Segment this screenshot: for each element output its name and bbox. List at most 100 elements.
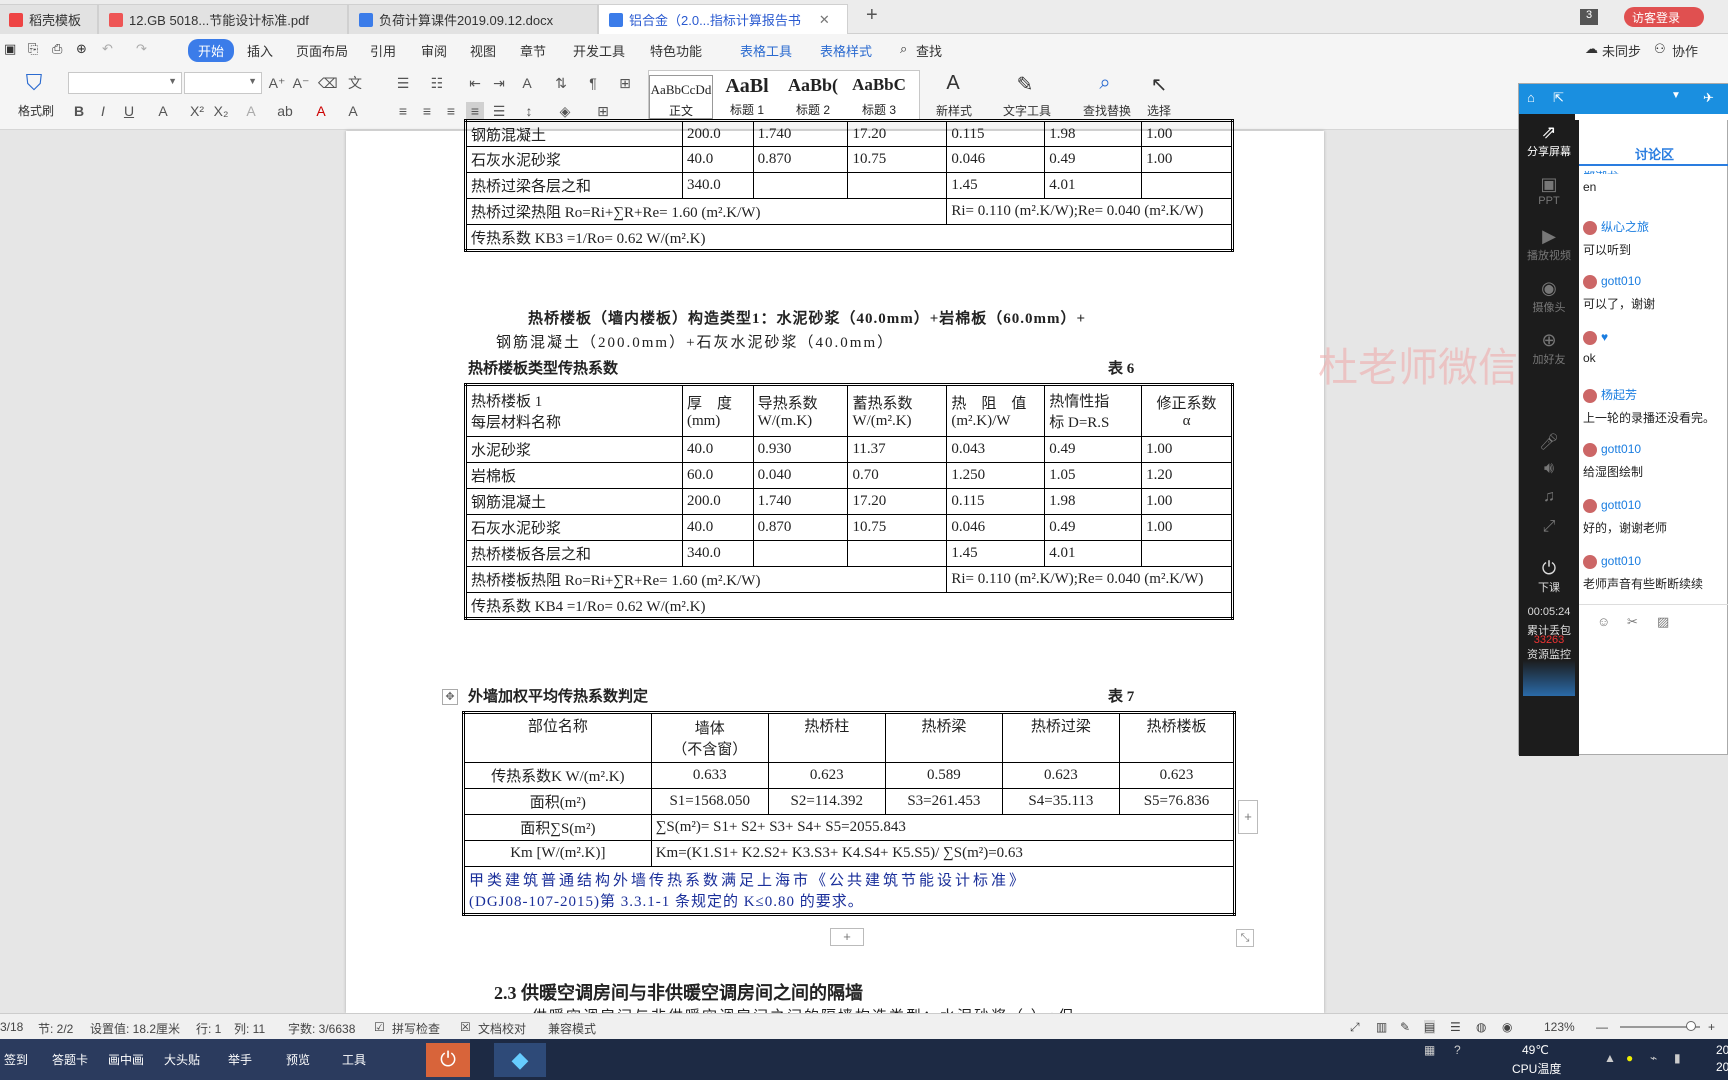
style-heading2[interactable]: AaBb(标题 2: [781, 75, 845, 118]
microphone-icon[interactable]: 🎤︎: [1519, 432, 1579, 452]
italic-icon[interactable]: I: [94, 102, 112, 120]
tab-docx[interactable]: 负荷计算课件2019.09.12.docx: [348, 4, 598, 34]
speaker-icon[interactable]: 🔊︎: [1519, 460, 1579, 478]
align-center-icon[interactable]: ≡: [418, 102, 436, 120]
emoji-icon[interactable]: ☺: [1597, 614, 1610, 629]
line-spacing-icon[interactable]: ↕: [520, 102, 538, 120]
sync-icon[interactable]: ☁: [1585, 41, 1598, 57]
select-button[interactable]: 选择: [1136, 102, 1182, 119]
menu-table-style[interactable]: 表格样式: [820, 41, 872, 60]
shrink-font-icon[interactable]: A⁻: [292, 74, 310, 92]
help-icon[interactable]: ?: [1454, 1043, 1461, 1057]
preview-button[interactable]: 预览: [286, 1051, 310, 1068]
tab-pdf[interactable]: 12.GB 5018...节能设计标准.pdf: [98, 4, 348, 34]
close-icon[interactable]: ✕: [819, 12, 830, 28]
music-icon[interactable]: ♫: [1519, 488, 1579, 506]
menu-insert[interactable]: 插入: [247, 41, 273, 60]
menu-table-tools[interactable]: 表格工具: [740, 41, 792, 60]
raise-hand-button[interactable]: 举手: [228, 1051, 252, 1068]
home-icon[interactable]: ⌂: [1527, 90, 1535, 105]
new-style-button[interactable]: 新样式: [924, 102, 984, 119]
reading-mode-icon[interactable]: ▥: [1376, 1020, 1387, 1034]
add-row-icon[interactable]: +: [830, 928, 864, 946]
font-color-icon[interactable]: A: [312, 102, 330, 120]
outline-view-icon[interactable]: ☰: [1450, 1020, 1461, 1034]
bullet-list-icon[interactable]: ☰: [394, 74, 412, 92]
align-left-icon[interactable]: ≡: [394, 102, 412, 120]
number-list-icon[interactable]: ☷: [428, 74, 446, 92]
style-normal[interactable]: AaBbCcDd 正文: [649, 75, 713, 119]
font-name-combo[interactable]: ▼: [68, 72, 182, 94]
pin-icon[interactable]: ✈: [1703, 90, 1714, 106]
format-painter-button[interactable]: 格式刷: [6, 102, 66, 119]
share-icon[interactable]: ⇱: [1553, 90, 1564, 106]
fit-page-icon[interactable]: ⤢: [1350, 1020, 1360, 1035]
answer-card-button[interactable]: 答题卡: [52, 1051, 88, 1068]
show-marks-icon[interactable]: ¶: [584, 74, 602, 92]
word-count[interactable]: 字数: 3/6638: [288, 1020, 355, 1037]
collab-icon[interactable]: ⚇: [1654, 41, 1666, 57]
eye-care-icon[interactable]: ◉: [1502, 1020, 1512, 1034]
window-count-badge[interactable]: 3: [1580, 9, 1598, 25]
menu-review[interactable]: 审阅: [421, 41, 447, 60]
align-right-icon[interactable]: ≡: [442, 102, 460, 120]
preview-icon[interactable]: ⊕: [76, 41, 87, 57]
pip-button[interactable]: 画中画: [108, 1051, 144, 1068]
page-view-icon[interactable]: ▤: [1424, 1020, 1436, 1034]
new-tab-icon[interactable]: +: [866, 4, 878, 27]
distribute-icon[interactable]: ☰: [490, 102, 508, 120]
wrench-icon[interactable]: ✎: [1000, 72, 1050, 97]
tray-arrow-icon[interactable]: ▲: [1604, 1051, 1616, 1065]
menu-view[interactable]: 视图: [470, 41, 496, 60]
grow-font-icon[interactable]: A⁺: [268, 74, 286, 92]
zoom-slider-thumb[interactable]: [1686, 1021, 1696, 1031]
edit-mode-icon[interactable]: ✎: [1400, 1020, 1410, 1034]
chinese-layout-icon[interactable]: A: [518, 74, 536, 92]
menu-features[interactable]: 特色功能: [650, 41, 702, 60]
redo-icon[interactable]: ↷: [136, 41, 147, 57]
web-view-icon[interactable]: ◍: [1476, 1020, 1486, 1034]
subscript-icon[interactable]: X₂: [212, 102, 230, 120]
fullscreen-icon[interactable]: ⤢: [1519, 518, 1579, 536]
table-7[interactable]: 部位名称 墙体 （不含窗） 热桥柱 热桥梁 热桥过梁 热桥楼板 传热系数K W/…: [462, 711, 1236, 916]
page-indicator[interactable]: 3/18: [0, 1020, 23, 1034]
collab-button[interactable]: 协作: [1672, 41, 1698, 60]
headshot-button[interactable]: 大头贴: [164, 1051, 200, 1068]
zoom-level[interactable]: 123%: [1544, 1020, 1575, 1034]
menu-start[interactable]: 开始: [188, 39, 235, 62]
add-friend-button[interactable]: ⊕ 加好友: [1519, 330, 1579, 367]
find-replace-icon[interactable]: ⌕: [1080, 72, 1130, 95]
play-video-button[interactable]: ▶ 播放视频: [1519, 226, 1579, 263]
find-replace-button[interactable]: 查找替换: [1074, 102, 1140, 119]
shading-icon[interactable]: ◈: [556, 102, 574, 120]
sync-status[interactable]: 未同步: [1602, 41, 1641, 60]
undo-icon[interactable]: ↶: [102, 41, 113, 57]
indent-icon[interactable]: ⇥: [490, 74, 508, 92]
table-6[interactable]: 热桥楼板 1 每层材料名称 厚 度 (mm) 导热系数 W/(m.K) 蓄热系数…: [464, 383, 1234, 620]
document-page[interactable]: 钢筋混凝土 200.0 1.740 17.20 0.115 1.98 1.00 石灰水泥砂浆…: [346, 119, 1324, 1013]
tray-app-icon[interactable]: ●: [1626, 1051, 1633, 1065]
sign-in-button[interactable]: 签到: [4, 1051, 28, 1068]
char-shading-icon[interactable]: A: [344, 102, 362, 120]
proofread-icon[interactable]: ☒: [460, 1020, 471, 1034]
borders-icon[interactable]: ⊞: [594, 102, 612, 120]
search-icon[interactable]: ⌕: [900, 41, 907, 57]
menu-references[interactable]: 引用: [370, 41, 396, 60]
app-launcher-icon[interactable]: ◆: [494, 1043, 546, 1077]
table-move-handle-icon[interactable]: ✥: [442, 689, 458, 705]
menu-chapter[interactable]: 章节: [520, 41, 546, 60]
end-class-button[interactable]: ⏻ 下课: [1519, 558, 1579, 595]
highlight-icon[interactable]: ab: [276, 102, 294, 120]
spellcheck-button[interactable]: 拼写检查: [392, 1020, 440, 1037]
phonetic-icon[interactable]: 文: [346, 74, 364, 92]
image-icon[interactable]: ▨: [1657, 614, 1669, 630]
style-heading3[interactable]: AaBbC 标题 3: [847, 75, 911, 118]
discussion-tab[interactable]: 讨论区: [1635, 144, 1674, 163]
power-icon[interactable]: ⏻: [426, 1043, 470, 1077]
font-size-combo[interactable]: ▼: [184, 72, 262, 94]
zoom-in-icon[interactable]: +: [1708, 1020, 1715, 1034]
resize-table-icon[interactable]: ⤡: [1236, 929, 1254, 947]
print-icon[interactable]: ⎙: [52, 41, 62, 57]
menu-page-layout[interactable]: 页面布局: [296, 41, 348, 60]
text-tools-button[interactable]: 文字工具: [994, 102, 1060, 119]
